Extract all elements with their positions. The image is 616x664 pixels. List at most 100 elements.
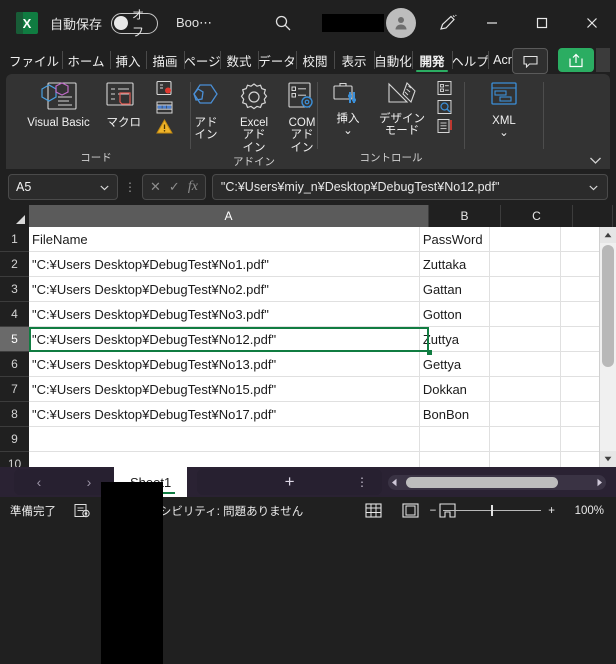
cell-C1[interactable] <box>490 227 561 251</box>
cell-D7[interactable] <box>561 377 600 401</box>
row-header-6[interactable]: 6 <box>0 352 29 377</box>
autosave-toggle[interactable]: オフ <box>111 8 159 39</box>
ribbon-tab-3[interactable]: 描画 <box>146 46 184 74</box>
row-header-3[interactable]: 3 <box>0 277 29 302</box>
page-layout-view-button[interactable] <box>402 503 419 518</box>
ribbon-tab-10[interactable]: 開発 <box>412 46 452 74</box>
cell-A1[interactable]: FileName <box>29 227 420 251</box>
zoom-in-button[interactable]: + <box>548 505 555 517</box>
hscrollbar-thumb[interactable] <box>406 476 558 488</box>
com-addins-button[interactable]: COM アドイン <box>278 80 326 154</box>
properties-icon[interactable] <box>436 80 454 97</box>
macro-security-icon[interactable] <box>155 118 175 135</box>
minimize-button[interactable] <box>477 8 507 38</box>
visual-basic-button[interactable]: Visual Basic <box>13 80 96 129</box>
cell-C2[interactable] <box>490 252 561 276</box>
cell-D10[interactable] <box>561 452 600 467</box>
row-header-8[interactable]: 8 <box>0 402 29 427</box>
cell-C7[interactable] <box>490 377 561 401</box>
cell-B7[interactable]: Dokkan <box>420 377 491 401</box>
cell-B9[interactable] <box>420 427 491 451</box>
ribbon-tab-0[interactable]: ファイル <box>6 46 62 74</box>
prev-sheet-icon[interactable]: ‹ <box>37 474 42 490</box>
scrollbar-thumb[interactable] <box>602 245 614 367</box>
cancel-icon[interactable]: ✕ <box>150 179 161 195</box>
name-box[interactable]: A5 <box>8 174 118 200</box>
add-sheet-button[interactable]: + ⋮ <box>197 469 382 495</box>
ribbon-collapse-button[interactable] <box>589 156 602 165</box>
cell-C10[interactable] <box>490 452 561 467</box>
formula-bar-kebab[interactable]: ⋮ <box>124 180 136 194</box>
zoom-level-label[interactable]: 100% <box>562 505 604 517</box>
row-header-7[interactable]: 7 <box>0 377 29 402</box>
column-header-B[interactable]: B <box>429 205 501 227</box>
horizontal-scrollbar[interactable] <box>388 474 606 490</box>
row-header-4[interactable]: 4 <box>0 302 29 327</box>
cell-area[interactable]: FileName PassWord "C:¥Users Desktop¥DebugT… <box>29 227 600 467</box>
row-header-9[interactable]: 9 <box>0 427 29 452</box>
macro-button[interactable]: マクロ <box>97 80 151 129</box>
cell-B6[interactable]: Gettya <box>420 352 491 376</box>
design-mode-button[interactable]: デザイン モード <box>372 80 432 138</box>
cell-B3[interactable]: Gattan <box>420 277 491 301</box>
cell-B5[interactable]: Zuttya <box>420 327 491 351</box>
cell-A10[interactable] <box>29 452 420 467</box>
next-sheet-icon[interactable]: › <box>87 474 92 490</box>
row-header-5[interactable]: 5 <box>0 327 29 352</box>
document-title[interactable]: Boo⋯ <box>176 15 212 31</box>
cell-B1[interactable]: PassWord <box>420 227 491 251</box>
column-header-C[interactable]: C <box>501 205 573 227</box>
cell-B2[interactable]: Zuttaka <box>420 252 491 276</box>
cell-A7[interactable]: "C:¥Users Desktop¥DebugTest¥No15.pdf" <box>29 377 420 401</box>
cell-B4[interactable]: Gotton <box>420 302 491 326</box>
cell-D1[interactable] <box>561 227 600 251</box>
comments-button[interactable] <box>512 48 548 74</box>
scroll-down-arrow-icon[interactable] <box>600 451 616 467</box>
cell-D3[interactable] <box>561 277 600 301</box>
cell-A4[interactable]: "C:¥Users Desktop¥DebugTest¥No3.pdf" <box>29 302 420 326</box>
cell-C3[interactable] <box>490 277 561 301</box>
record-macro-status-button[interactable] <box>74 503 91 518</box>
cell-A6[interactable]: "C:¥Users Desktop¥DebugTest¥No13.pdf" <box>29 352 420 376</box>
select-all-corner[interactable] <box>0 205 29 227</box>
sheet-options-kebab-icon[interactable]: ⋮ <box>356 475 368 489</box>
confirm-icon[interactable]: ✓ <box>169 179 180 195</box>
ribbon-tab-2[interactable]: 挿入 <box>110 46 146 74</box>
cell-D2[interactable] <box>561 252 600 276</box>
more-tabs-icon[interactable]: chevron-right-icon <box>596 48 610 72</box>
formula-input[interactable]: "C:¥Users¥miy_n¥Desktop¥DebugTest¥No12.p… <box>211 174 608 200</box>
ribbon-tab-5[interactable]: 数式 <box>220 46 258 74</box>
avatar[interactable] <box>386 8 416 38</box>
ribbon-tab-7[interactable]: 校閲 <box>296 46 334 74</box>
ribbon-tab-9[interactable]: 自動化 <box>374 46 412 74</box>
cell-A8[interactable]: "C:¥Users Desktop¥DebugTest¥No17.pdf" <box>29 402 420 426</box>
cell-D4[interactable] <box>561 302 600 326</box>
cell-C4[interactable] <box>490 302 561 326</box>
zoom-out-button[interactable]: − <box>430 505 437 517</box>
cell-D9[interactable] <box>561 427 600 451</box>
share-button[interactable] <box>558 48 594 72</box>
search-icon[interactable] <box>273 13 293 33</box>
excel-addins-button[interactable]: Excel アドイン <box>230 80 278 154</box>
ribbon-tab-4[interactable]: ページ <box>184 46 220 74</box>
cell-A5[interactable]: "C:¥Users Desktop¥DebugTest¥No12.pdf" <box>29 327 420 351</box>
normal-view-button[interactable] <box>365 503 382 518</box>
view-code-icon[interactable] <box>436 99 454 116</box>
cell-C6[interactable] <box>490 352 561 376</box>
ribbon-tab-1[interactable]: ホーム <box>62 46 110 74</box>
cell-A3[interactable]: "C:¥Users Desktop¥DebugTest¥No2.pdf" <box>29 277 420 301</box>
cell-A2[interactable]: "C:¥Users Desktop¥DebugTest¥No1.pdf" <box>29 252 420 276</box>
hscroll-right-arrow-icon[interactable] <box>596 478 603 487</box>
close-button[interactable] <box>577 8 607 38</box>
relative-reference-icon[interactable] <box>155 100 175 116</box>
row-header-2[interactable]: 2 <box>0 252 29 277</box>
cell-C9[interactable] <box>490 427 561 451</box>
hscroll-left-arrow-icon[interactable] <box>391 478 398 487</box>
run-dialog-icon[interactable] <box>436 118 454 135</box>
addins-button[interactable]: アド イン <box>182 80 230 142</box>
insert-function-icon[interactable]: fx <box>188 179 198 195</box>
ribbon-tab-6[interactable]: データ <box>258 46 296 74</box>
cell-C8[interactable] <box>490 402 561 426</box>
cell-D5[interactable] <box>561 327 600 351</box>
column-header-A[interactable]: A <box>29 205 429 227</box>
